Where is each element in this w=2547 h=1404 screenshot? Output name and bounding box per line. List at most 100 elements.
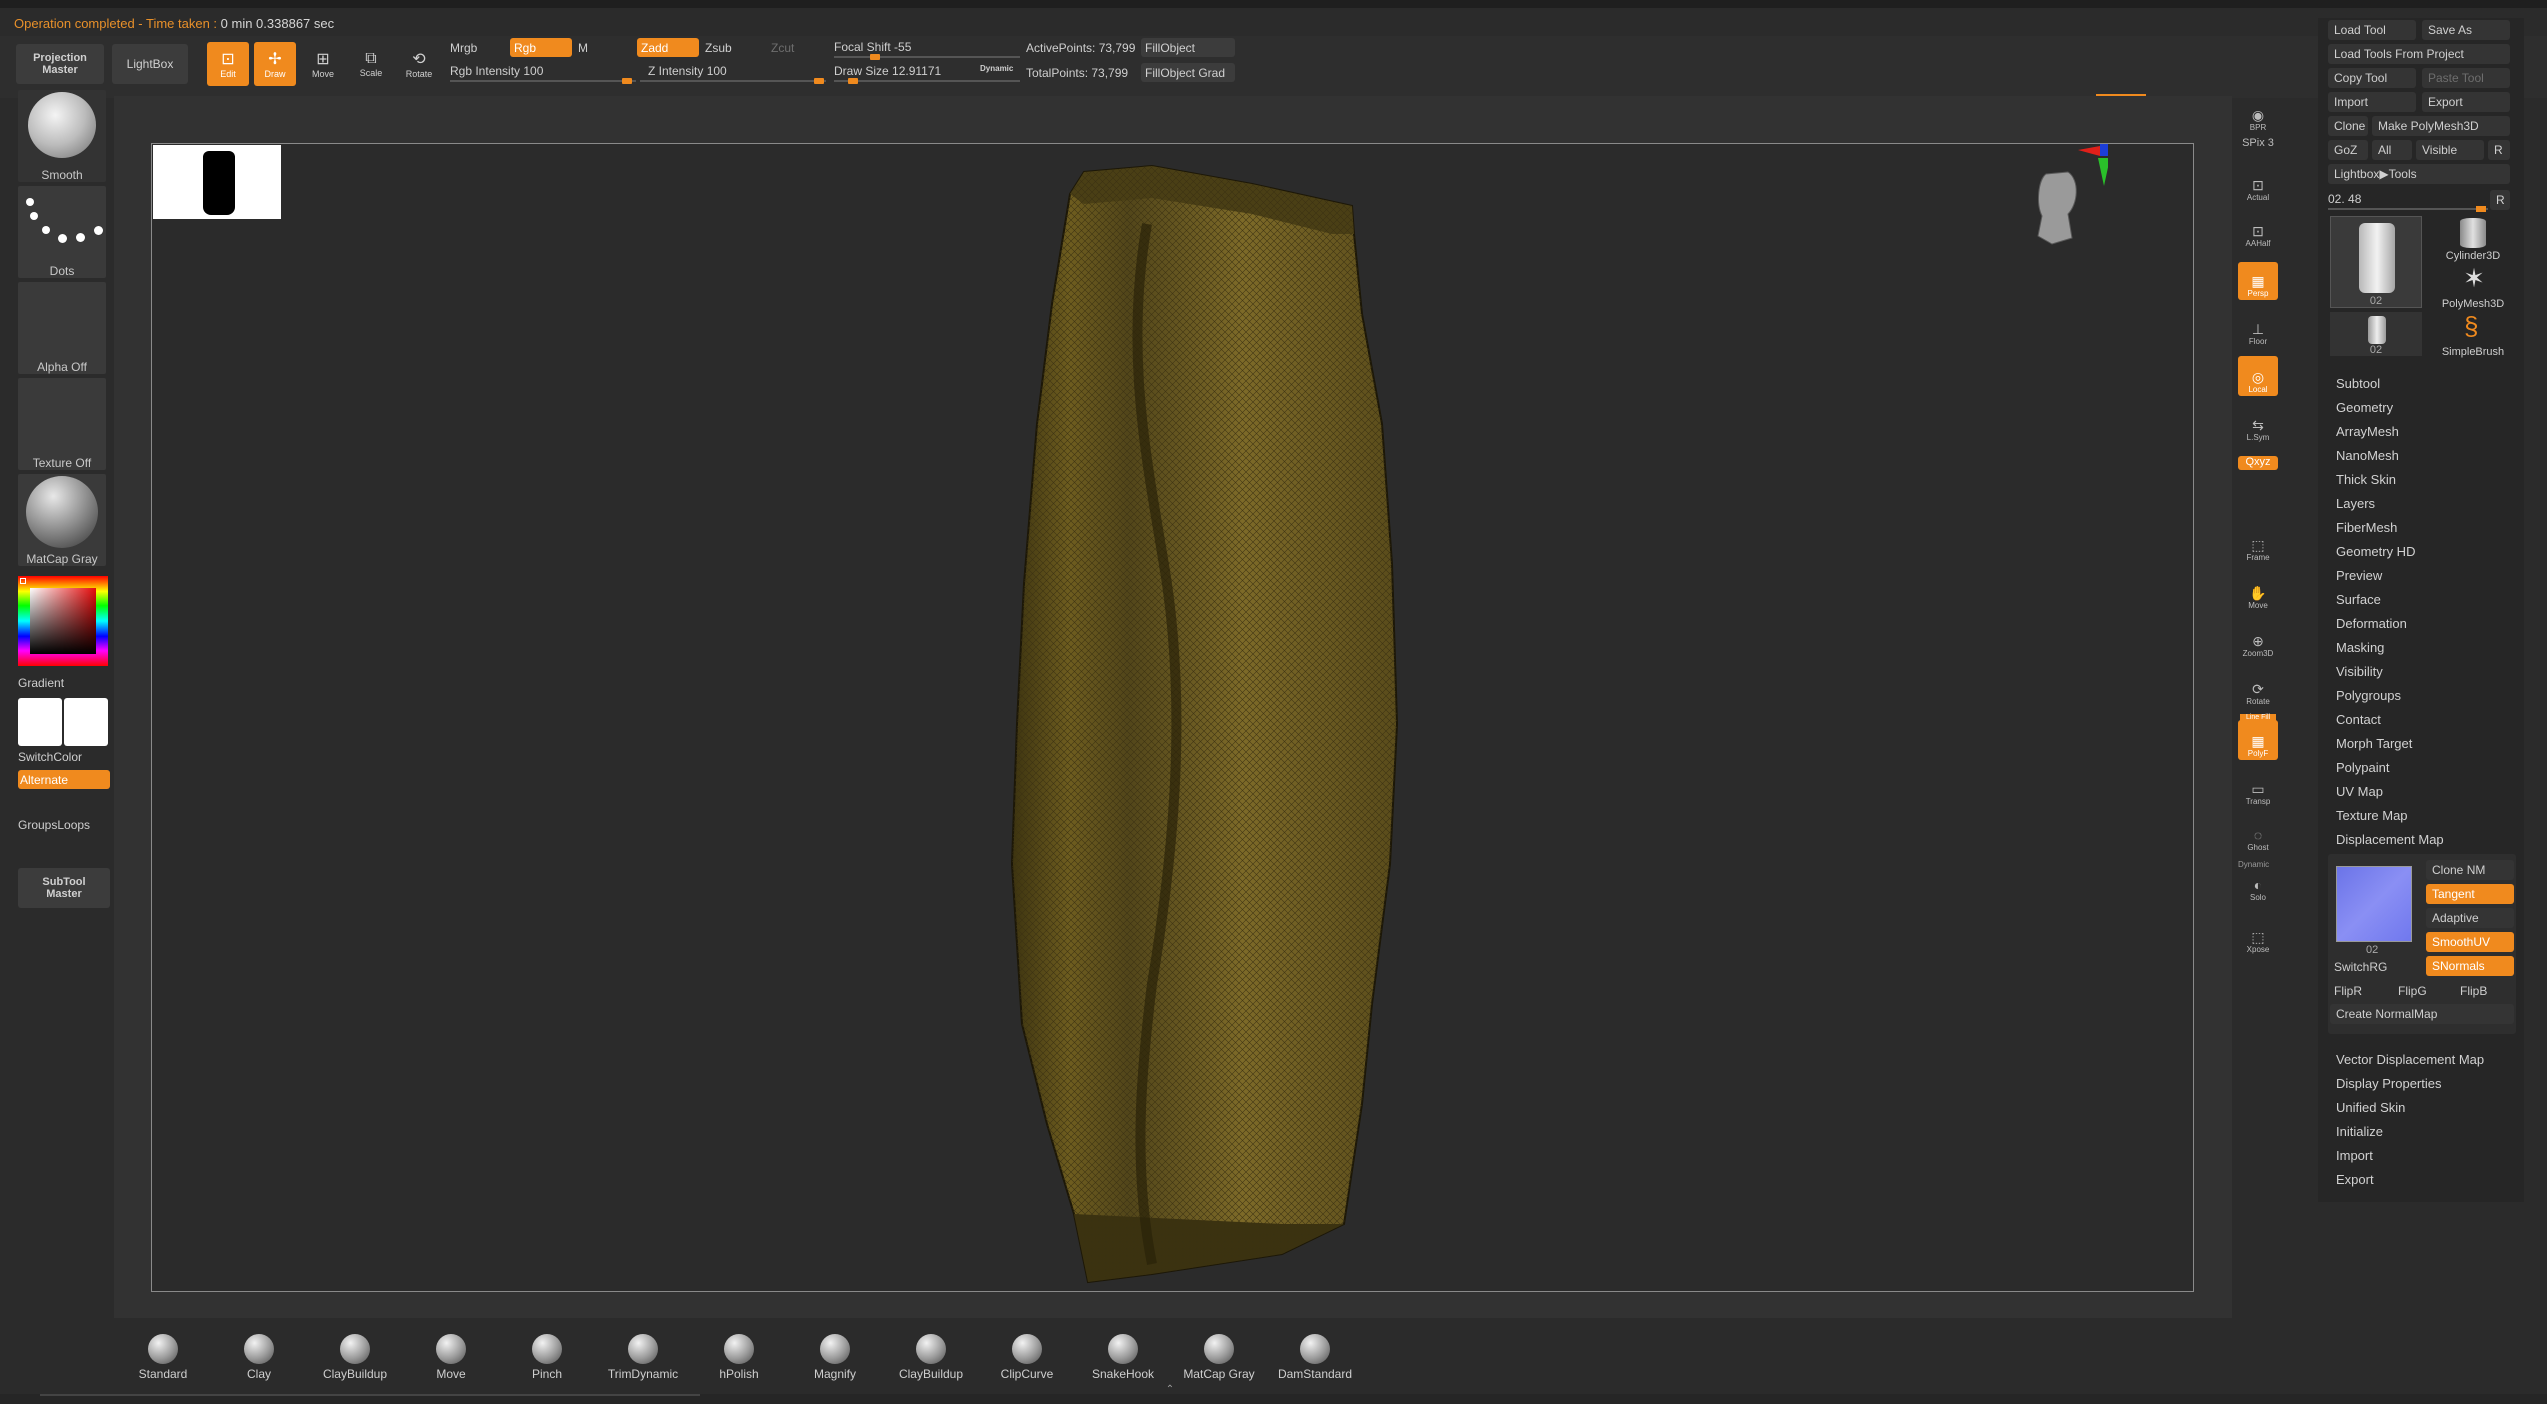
shelf-actual-button[interactable]: ⊡ Actual (2238, 168, 2278, 204)
rgb-toggle[interactable]: Rgb (510, 38, 572, 57)
navigator-thumbnail[interactable] (153, 145, 281, 219)
shelf-frame-button[interactable]: ⬚ Frame (2238, 526, 2278, 564)
tool-slider-r-button[interactable]: R (2490, 190, 2510, 210)
draw-button[interactable]: ✢ Draw (254, 42, 296, 86)
flipr-toggle[interactable]: FlipR (2334, 984, 2362, 998)
load-tools-from-project-button[interactable]: Load Tools From Project (2328, 44, 2510, 64)
shelf-polyf-button[interactable]: ▦ PolyF (2238, 720, 2278, 760)
normal-map-thumb[interactable] (2336, 866, 2412, 942)
tool-slider[interactable] (2328, 206, 2488, 212)
alternate-toggle[interactable]: Alternate (18, 770, 110, 789)
dynamic-toggle[interactable]: Dynamic (980, 64, 1013, 73)
orientation-gizmo[interactable] (2018, 144, 2108, 264)
mrgb-toggle[interactable]: Mrgb (450, 41, 477, 55)
subtool-master-button[interactable]: SubTool Master (18, 868, 110, 908)
import-button[interactable]: Import (2328, 92, 2416, 112)
lightbox-tools-button[interactable]: Lightbox▶Tools (2328, 164, 2510, 184)
section-displacement-map[interactable]: Displacement Map (2336, 832, 2444, 847)
section-preview[interactable]: Preview (2336, 568, 2382, 583)
tool-thumb-02[interactable]: 02 (2330, 312, 2422, 356)
section-thick-skin[interactable]: Thick Skin (2336, 472, 2396, 487)
line-fill-toggle[interactable]: Line Fill (2240, 714, 2276, 721)
section-export[interactable]: Export (2336, 1172, 2374, 1187)
save-as-button[interactable]: Save As (2422, 20, 2510, 40)
brush-slot[interactable]: Smooth (18, 90, 106, 182)
texture-slot[interactable]: Texture Off (18, 378, 106, 470)
shelf-bpr-button[interactable]: ◉ BPR (2238, 94, 2278, 134)
section-geometry[interactable]: Geometry (2336, 400, 2393, 415)
clone-button[interactable]: Clone (2328, 116, 2368, 136)
paste-tool-button[interactable]: Paste Tool (2422, 68, 2510, 88)
viewport-canvas[interactable] (151, 143, 2194, 1292)
material-slot[interactable]: MatCap Gray (18, 474, 106, 566)
shelf-transp-button[interactable]: ▭ Transp (2238, 772, 2278, 808)
brush-magnify[interactable]: Magnify (790, 1322, 880, 1381)
color-picker-handle[interactable] (20, 578, 26, 584)
cylinder3d-tool[interactable]: Cylinder3D (2430, 216, 2516, 262)
brush-damstandard[interactable]: DamStandard (1270, 1322, 1360, 1381)
shelf-solo-button[interactable]: ◐ Solo (2238, 870, 2278, 904)
section-polygroups[interactable]: Polygroups (2336, 688, 2401, 703)
tangent-toggle[interactable]: Tangent (2426, 884, 2514, 904)
section-geometry-hd[interactable]: Geometry HD (2336, 544, 2415, 559)
scale-button[interactable]: ⧉ Scale (350, 42, 392, 86)
section-subtool[interactable]: Subtool (2336, 376, 2380, 391)
section-fibermesh[interactable]: FiberMesh (2336, 520, 2397, 535)
section-visibility[interactable]: Visibility (2336, 664, 2383, 679)
section-morph-target[interactable]: Morph Target (2336, 736, 2412, 751)
shelf-floor-button[interactable]: ⊥ Floor (2238, 314, 2278, 348)
simplebrush-tool[interactable]: § SimpleBrush (2430, 312, 2516, 358)
section-import[interactable]: Import (2336, 1148, 2373, 1163)
brush-claybuildup[interactable]: ClayBuildup (310, 1322, 400, 1381)
adaptive-toggle[interactable]: Adaptive (2426, 908, 2514, 928)
brush-snakehook[interactable]: SnakeHook (1078, 1322, 1168, 1381)
brush-standard[interactable]: Standard (118, 1322, 208, 1381)
shelf-aahalf-button[interactable]: ⊡ AAHalf (2238, 214, 2278, 250)
rgb-intensity-slider[interactable] (450, 78, 636, 84)
fill-object-button[interactable]: FillObject (1141, 38, 1235, 57)
brush-hpolish[interactable]: hPolish (694, 1322, 784, 1381)
section-vector-displacement-map[interactable]: Vector Displacement Map (2336, 1052, 2484, 1067)
section-polypaint[interactable]: Polypaint (2336, 760, 2389, 775)
all-button[interactable]: All (2372, 140, 2412, 160)
projection-master-button[interactable]: Projection Master (16, 44, 104, 84)
shelf-xpose-button[interactable]: ⬚ Xpose (2238, 918, 2278, 956)
switchrg-toggle[interactable]: SwitchRG (2334, 960, 2387, 974)
section-display-properties[interactable]: Display Properties (2336, 1076, 2442, 1091)
brush-clipcurve[interactable]: ClipCurve (982, 1322, 1072, 1381)
export-button[interactable]: Export (2422, 92, 2510, 112)
flipb-toggle[interactable]: FlipB (2460, 984, 2487, 998)
section-deformation[interactable]: Deformation (2336, 616, 2407, 631)
lightbox-button[interactable]: LightBox (112, 44, 188, 84)
move-button[interactable]: ⊞ Move (302, 42, 344, 86)
zcut-toggle[interactable]: Zcut (771, 41, 794, 55)
shelf-spix-button[interactable]: SPix 3 (2238, 136, 2278, 152)
tool-slider-value[interactable]: 02. 48 (2328, 192, 2361, 206)
goz-button[interactable]: GoZ (2328, 140, 2368, 160)
clone-nm-button[interactable]: Clone NM (2426, 860, 2514, 880)
groups-loops-button[interactable]: GroupsLoops (18, 818, 90, 832)
brush-clay[interactable]: Clay (214, 1322, 304, 1381)
color-picker-square[interactable] (30, 588, 96, 654)
fill-object-grad-button[interactable]: FillObject Grad (1141, 63, 1235, 82)
gradient-label[interactable]: Gradient (18, 676, 64, 690)
sculpt-model[interactable] (952, 164, 1552, 1284)
draw-size-slider[interactable] (834, 78, 1020, 84)
brush-move[interactable]: Move (406, 1322, 496, 1381)
shelf-expand-icon[interactable]: ⌃ (1100, 1384, 1240, 1395)
section-masking[interactable]: Masking (2336, 640, 2384, 655)
snormals-toggle[interactable]: SNormals (2426, 956, 2514, 976)
zadd-toggle[interactable]: Zadd (637, 38, 699, 57)
shelf-move-button[interactable]: ✋ Move (2238, 574, 2278, 612)
active-tool-thumb[interactable]: 02 (2330, 216, 2422, 308)
copy-tool-button[interactable]: Copy Tool (2328, 68, 2416, 88)
color-picker[interactable] (18, 576, 108, 666)
rotate-button[interactable]: ⟲ Rotate (398, 42, 440, 86)
flipg-toggle[interactable]: FlipG (2398, 984, 2427, 998)
main-color-swatch[interactable] (18, 698, 62, 746)
shelf-xyz-button[interactable]: Qxyz (2238, 456, 2278, 470)
shelf-persp-button[interactable]: ▦ Persp (2238, 262, 2278, 300)
section-layers[interactable]: Layers (2336, 496, 2375, 511)
shelf-zoom3d-button[interactable]: ⊕ Zoom3D (2238, 622, 2278, 660)
section-uv-map[interactable]: UV Map (2336, 784, 2383, 799)
